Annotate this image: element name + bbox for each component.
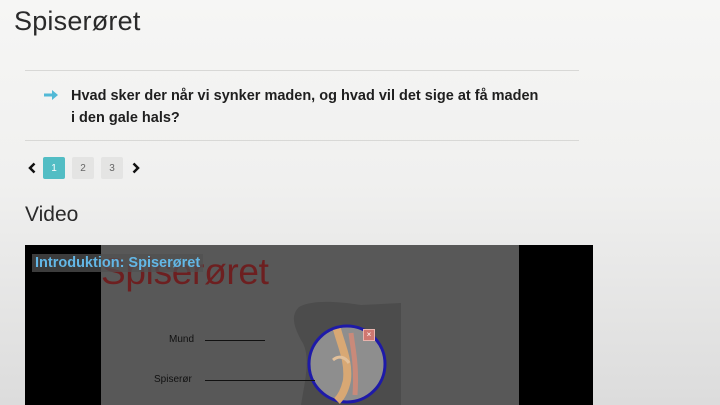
page-button-2[interactable]: 2 [72,157,94,179]
page-button-1[interactable]: 1 [43,157,65,179]
arrow-right-icon [43,88,71,129]
page-title: Spiserøret [14,6,141,36]
divider-top [25,70,579,71]
page-list: 1 2 3 [43,157,130,179]
divider-bottom [25,140,579,141]
pagination: 1 2 3 [25,157,143,179]
question-item: Hvad sker der når vi synker maden, og hv… [43,85,543,129]
video-title-badge: Introduktion: Spiserøret [32,254,204,272]
label-mouth-line [205,340,265,341]
label-esophagus-line [205,380,315,381]
label-mouth: Mund [169,334,195,345]
page-button-3[interactable]: 3 [101,157,123,179]
video-player[interactable]: Spiserøret Mund Spiserør × Introduktion:… [25,245,593,405]
close-icon[interactable]: × [363,329,375,341]
chevron-right-icon[interactable] [129,157,143,179]
question-text: Hvad sker der når vi synker maden, og hv… [71,88,539,126]
video-heading: Video [25,203,79,226]
label-esophagus: Spiserør [154,374,192,385]
chevron-left-icon[interactable] [25,157,39,179]
